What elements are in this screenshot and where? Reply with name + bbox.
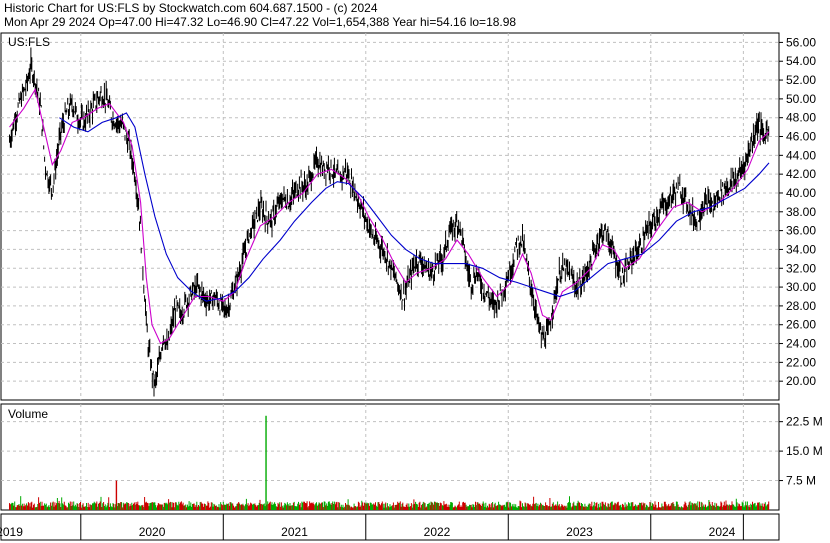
price-y-tick-label: 34.00 bbox=[786, 242, 816, 256]
price-y-tick-label: 22.00 bbox=[786, 355, 816, 369]
price-y-tick-label: 28.00 bbox=[786, 299, 816, 313]
price-y-tick-label: 46.00 bbox=[786, 130, 816, 144]
volume-y-tick-label: 15.0 M bbox=[786, 444, 823, 458]
year-label: 2019 bbox=[0, 525, 23, 539]
year-label: 2022 bbox=[424, 525, 451, 539]
volume-y-tick-label: 7.5 M bbox=[786, 474, 816, 488]
price-y-tick-label: 24.00 bbox=[786, 337, 816, 351]
volume-y-tick-label: 22.5 M bbox=[786, 415, 823, 429]
symbol-label: US:FLS bbox=[8, 35, 50, 49]
price-y-tick-label: 38.00 bbox=[786, 205, 816, 219]
price-y-tick-label: 50.00 bbox=[786, 92, 816, 106]
price-plot-area bbox=[0, 32, 780, 401]
volume-label: Volume bbox=[8, 407, 48, 421]
price-panel: 56.00 54.00 52.00 50.00 48.00 46.00 44.00 42.00… bbox=[0, 32, 816, 401]
price-y-tick-label: 56.00 bbox=[786, 35, 816, 49]
price-y-tick-label: 36.00 bbox=[786, 224, 816, 238]
price-y-tick-label: 30.00 bbox=[786, 280, 816, 294]
volume-panel: 22.5 M 15.0 M 7.5 M Volume bbox=[0, 403, 823, 511]
volume-plot-area bbox=[0, 403, 780, 511]
price-y-tick-label: 26.00 bbox=[786, 318, 816, 332]
x-axis-band bbox=[0, 513, 780, 541]
x-axis: 2019 2020 2021 2022 2023 2024 bbox=[0, 513, 780, 541]
price-y-tick-label: 48.00 bbox=[786, 111, 816, 125]
price-y-tick-label: 44.00 bbox=[786, 148, 816, 162]
price-y-tick-label: 42.00 bbox=[786, 167, 816, 181]
year-label: 2023 bbox=[566, 525, 593, 539]
year-label: 2020 bbox=[139, 525, 166, 539]
year-label: 2024 bbox=[709, 525, 736, 539]
price-y-tick-label: 32.00 bbox=[786, 261, 816, 275]
price-y-tick-label: 40.00 bbox=[786, 186, 816, 200]
price-y-tick-label: 52.00 bbox=[786, 73, 816, 87]
stock-chart: 56.00 54.00 52.00 50.00 48.00 46.00 44.00 42.00… bbox=[0, 32, 823, 541]
price-y-tick-label: 54.00 bbox=[786, 54, 816, 68]
price-y-tick-label: 20.00 bbox=[786, 374, 816, 388]
year-label: 2021 bbox=[281, 525, 308, 539]
